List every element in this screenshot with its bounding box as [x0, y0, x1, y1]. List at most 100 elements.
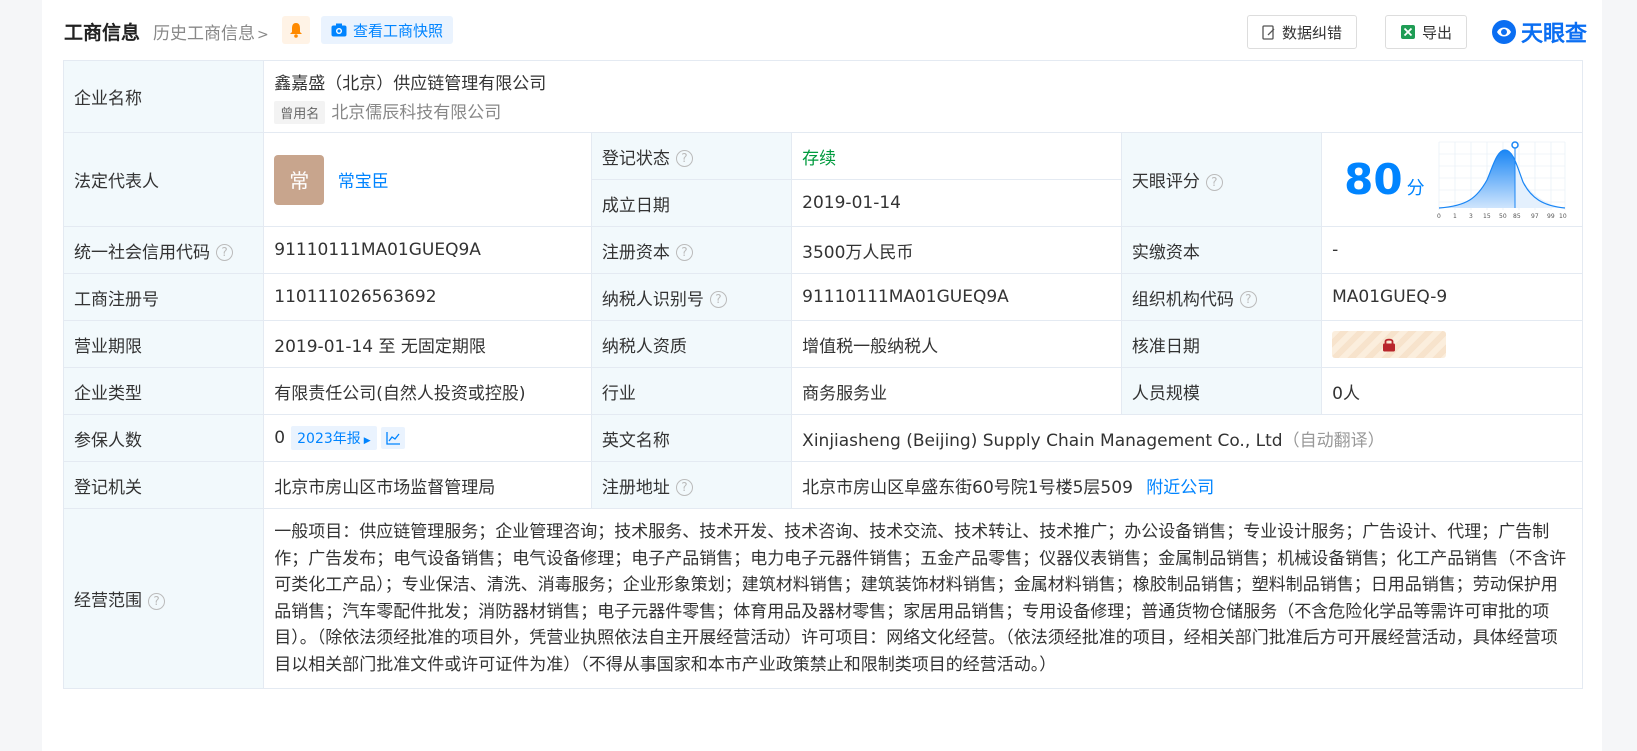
insured-value: 0 — [274, 428, 286, 448]
biz-term-label: 营业期限 — [62, 320, 265, 368]
help-icon[interactable]: ? — [675, 150, 693, 167]
company-name: 鑫嘉盛（北京）供应链管理有限公司 — [274, 74, 547, 94]
table-row: 参保人数 0 2023年报 ▶ 英文名称 Xinjiasheng (Beijing)… — [62, 414, 1583, 462]
reg-address-cell: 北京市房山区阜盛东街60号院1号楼5层509 附近公司 — [791, 461, 1583, 509]
taxpayer-id-label: 纳税人识别号 — [601, 289, 704, 310]
locked-value-button[interactable] — [1332, 330, 1447, 358]
biz-reg-no-value: 110111026563692 — [263, 273, 592, 321]
trend-chart-icon — [386, 432, 400, 445]
reg-capital-label-cell: 注册资本? — [590, 226, 793, 274]
help-icon[interactable]: ? — [148, 592, 165, 610]
annual-report-tag[interactable]: 2023年报 ▶ — [291, 426, 377, 450]
score-axis-tick: 100 — [1559, 213, 1567, 220]
chevron-right-icon: > — [257, 27, 269, 43]
table-row: 统一社会信用代码? 91110111MA01GUEQ9A 注册资本? 3500万… — [62, 226, 1583, 274]
english-name-cell: Xinjiasheng (Beijing) Supply Chain Manag… — [791, 414, 1583, 462]
section-header: 工商信息 历史工商信息 > 查看工商快照 数据纠错 导出 天眼查 — [64, 12, 1587, 50]
monitor-bell-button[interactable] — [282, 16, 310, 44]
company-type-label: 企业类型 — [62, 367, 265, 415]
legal-rep-cell: 常 常宝臣 — [263, 132, 592, 227]
found-date-value: 2019-01-14 — [791, 179, 1122, 227]
table-row: 法定代表人 常 常宝臣 登记状态? 存续 天眼评分? 80 分 0 1 3 15… — [62, 132, 1583, 227]
org-code-label: 组织机构代码 — [1131, 289, 1234, 310]
section-title: 工商信息 — [64, 22, 141, 44]
score-axis-tick: 97 — [1531, 213, 1539, 220]
paid-capital-label: 实缴资本 — [1120, 226, 1323, 274]
former-name-tag: 曾用名 — [274, 101, 326, 124]
tianyancha-logo: 天眼查 — [1491, 16, 1587, 48]
history-link[interactable]: 历史工商信息 > — [153, 19, 269, 44]
table-row: 工商注册号 110111026563692 纳税人识别号? 91110111MA… — [62, 273, 1583, 321]
edit-doc-icon — [1262, 24, 1275, 40]
data-correction-button[interactable]: 数据纠错 — [1246, 15, 1357, 49]
insured-label: 参保人数 — [62, 414, 265, 462]
reg-capital-label: 注册资本 — [601, 242, 670, 263]
bell-icon — [290, 23, 302, 38]
former-name: 北京儒辰科技有限公司 — [331, 103, 502, 123]
approval-date-label: 核准日期 — [1120, 320, 1323, 368]
export-button[interactable]: 导出 — [1384, 15, 1467, 49]
scope-label-cell: 经营范围? — [62, 508, 265, 689]
help-icon[interactable]: ? — [1205, 173, 1223, 191]
reg-status-label-cell: 登记状态? — [590, 132, 793, 180]
help-icon[interactable]: ? — [675, 244, 693, 261]
credit-code-label-cell: 统一社会信用代码? — [62, 226, 265, 274]
reg-address-label: 注册地址 — [601, 477, 670, 498]
help-icon[interactable]: ? — [216, 244, 233, 261]
english-name-value: Xinjiasheng (Beijing) Supply Chain Manag… — [802, 430, 1283, 451]
table-row: 登记机关 北京市房山区市场监督管理局 注册地址? 北京市房山区阜盛东街60号院1… — [62, 461, 1583, 509]
tianyancha-logo-icon — [1491, 20, 1516, 44]
industry-label: 行业 — [590, 367, 793, 415]
taxpayer-id-label-cell: 纳税人识别号? — [590, 273, 793, 321]
legal-rep-label: 法定代表人 — [62, 132, 265, 227]
snapshot-button[interactable]: 查看工商快照 — [321, 16, 454, 44]
biz-term-value: 2019-01-14 至 无固定期限 — [263, 320, 592, 368]
credit-code-label: 统一社会信用代码 — [74, 242, 210, 263]
score-axis-tick: 0 — [1437, 213, 1441, 220]
company-type-value: 有限责任公司(自然人投资或控股) — [263, 367, 592, 415]
staff-size-value: 0人 — [1321, 367, 1583, 415]
score-axis-tick: 50 — [1499, 213, 1507, 220]
tianyan-score-label-cell: 天眼评分? — [1120, 132, 1323, 227]
camera-icon — [331, 23, 347, 37]
reg-authority-value: 北京市房山区市场监督管理局 — [263, 461, 592, 509]
help-icon[interactable]: ? — [1239, 291, 1257, 308]
avatar: 常 — [274, 154, 325, 205]
staff-size-label: 人员规模 — [1120, 367, 1323, 415]
org-code-label-cell: 组织机构代码? — [1120, 273, 1323, 321]
reg-authority-label: 登记机关 — [62, 461, 265, 509]
excel-icon — [1400, 25, 1415, 39]
reg-status-value: 存续 — [791, 132, 1122, 180]
table-row: 企业类型 有限责任公司(自然人投资或控股) 行业 商务服务业 人员规模 0人 — [62, 367, 1583, 415]
score-distribution-chart: 0 1 3 15 50 85 97 99 100 — [1437, 140, 1567, 220]
table-row: 经营范围? 一般项目：供应链管理服务；企业管理咨询；技术服务、技术开发、技术咨询… — [62, 508, 1583, 689]
score-unit: 分 — [1406, 177, 1425, 199]
paid-capital-value: - — [1321, 226, 1583, 274]
business-scope-value: 一般项目：供应链管理服务；企业管理咨询；技术服务、技术开发、技术咨询、技术交流、… — [263, 508, 1583, 689]
org-code-value: MA01GUEQ-9 — [1321, 273, 1583, 321]
tianyan-score-label: 天眼评分 — [1131, 172, 1200, 192]
company-name-cell: 鑫嘉盛（北京）供应链管理有限公司 曾用名 北京儒辰科技有限公司 — [263, 60, 1583, 133]
help-icon[interactable]: ? — [709, 291, 727, 308]
score-value: 80 — [1344, 155, 1403, 204]
approval-date-cell — [1321, 320, 1583, 368]
score-axis-tick: 99 — [1547, 213, 1555, 220]
insured-cell: 0 2023年报 ▶ — [263, 414, 592, 462]
trend-chart-button[interactable] — [380, 427, 405, 449]
reg-capital-value: 3500万人民币 — [791, 226, 1122, 274]
found-date-label: 成立日期 — [590, 179, 793, 227]
caret-right-icon: ▶ — [363, 436, 371, 446]
help-icon[interactable]: ? — [675, 479, 693, 496]
score-axis-tick: 85 — [1513, 213, 1521, 220]
credit-code-value: 91110111MA01GUEQ9A — [263, 226, 592, 274]
business-info-table: 企业名称 鑫嘉盛（北京）供应链管理有限公司 曾用名 北京儒辰科技有限公司 法定代表… — [62, 60, 1583, 689]
table-row: 企业名称 鑫嘉盛（北京）供应链管理有限公司 曾用名 北京儒辰科技有限公司 — [62, 60, 1583, 133]
reg-status-label: 登记状态 — [601, 148, 670, 169]
legal-rep-link[interactable]: 常宝臣 — [338, 172, 389, 192]
nearby-companies-link[interactable]: 附近公司 — [1146, 478, 1214, 498]
tianyan-score-cell[interactable]: 80 分 0 1 3 15 50 85 97 99 10 — [1321, 132, 1583, 227]
table-row: 营业期限 2019-01-14 至 无固定期限 纳税人资质 增值税一般纳税人 核… — [62, 320, 1583, 368]
biz-reg-no-label: 工商注册号 — [62, 273, 265, 321]
taxpayer-quality-label: 纳税人资质 — [590, 320, 793, 368]
score-axis-tick: 1 — [1453, 213, 1457, 220]
